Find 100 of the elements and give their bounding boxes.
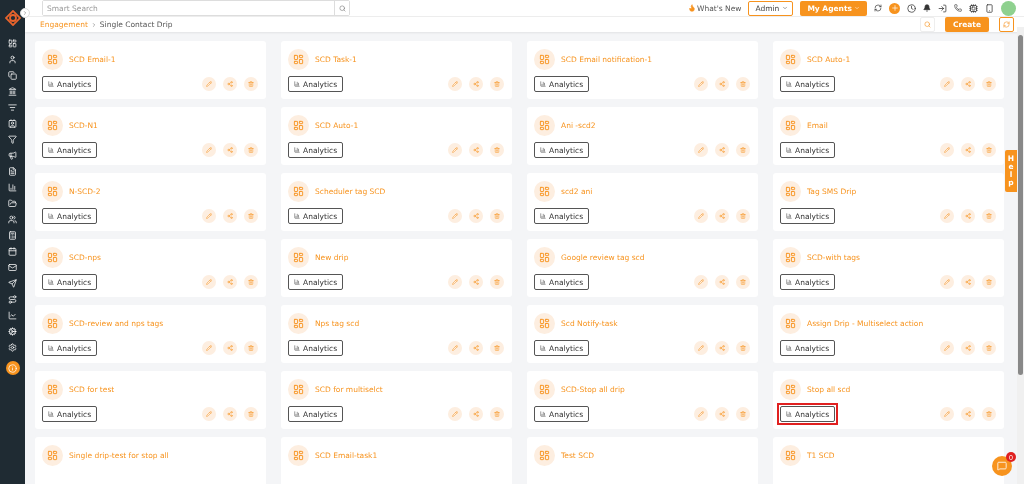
- document-icon[interactable]: [8, 167, 17, 176]
- share-button[interactable]: [715, 275, 729, 289]
- bell-icon[interactable]: [923, 4, 931, 12]
- route-icon[interactable]: [8, 295, 17, 304]
- share-button[interactable]: [715, 407, 729, 421]
- contact-icon[interactable]: [8, 119, 17, 128]
- users-icon[interactable]: [8, 215, 17, 224]
- phone-icon[interactable]: [954, 4, 962, 12]
- delete-button[interactable]: [736, 341, 750, 355]
- delete-button[interactable]: [736, 143, 750, 157]
- delete-button[interactable]: [982, 209, 996, 223]
- delete-button[interactable]: [982, 275, 996, 289]
- filter-icon[interactable]: [8, 135, 17, 144]
- delete-button[interactable]: [982, 77, 996, 91]
- delete-button[interactable]: [982, 143, 996, 157]
- mobile-icon[interactable]: [985, 3, 994, 13]
- edit-button[interactable]: [694, 275, 708, 289]
- edit-button[interactable]: [448, 341, 462, 355]
- share-button[interactable]: [961, 143, 975, 157]
- scrollbar[interactable]: [1017, 27, 1024, 484]
- delete-button[interactable]: [490, 209, 504, 223]
- refresh-icon[interactable]: [874, 4, 882, 12]
- edit-button[interactable]: [940, 77, 954, 91]
- edit-button[interactable]: [202, 77, 216, 91]
- edit-button[interactable]: [202, 209, 216, 223]
- delete-button[interactable]: [490, 407, 504, 421]
- delete-button[interactable]: [490, 143, 504, 157]
- share-button[interactable]: [469, 341, 483, 355]
- edit-button[interactable]: [448, 407, 462, 421]
- delete-button[interactable]: [244, 77, 258, 91]
- edit-button[interactable]: [448, 209, 462, 223]
- bank-icon[interactable]: [8, 87, 17, 96]
- edit-button[interactable]: [202, 275, 216, 289]
- edit-button[interactable]: [202, 143, 216, 157]
- delete-button[interactable]: [244, 275, 258, 289]
- share-button[interactable]: [469, 77, 483, 91]
- send-icon[interactable]: [8, 279, 17, 288]
- avatar[interactable]: [1001, 0, 1016, 16]
- clock-icon[interactable]: [907, 3, 916, 13]
- share-button[interactable]: [715, 143, 729, 157]
- share-button[interactable]: [223, 77, 237, 91]
- share-button[interactable]: [961, 209, 975, 223]
- share-button[interactable]: [469, 407, 483, 421]
- edit-button[interactable]: [448, 77, 462, 91]
- megaphone-icon[interactable]: [8, 151, 17, 160]
- share-button[interactable]: [715, 77, 729, 91]
- edit-button[interactable]: [694, 77, 708, 91]
- login-icon[interactable]: [938, 3, 947, 13]
- calculator-icon[interactable]: [8, 231, 17, 240]
- share-button[interactable]: [223, 143, 237, 157]
- share-button[interactable]: [961, 275, 975, 289]
- cogs-icon[interactable]: [8, 327, 17, 336]
- edit-button[interactable]: [694, 209, 708, 223]
- delete-button[interactable]: [736, 407, 750, 421]
- user-icon[interactable]: [8, 55, 17, 64]
- edit-button[interactable]: [940, 275, 954, 289]
- delete-button[interactable]: [244, 341, 258, 355]
- delete-button[interactable]: [244, 209, 258, 223]
- share-button[interactable]: [223, 275, 237, 289]
- edit-button[interactable]: [694, 407, 708, 421]
- delete-button[interactable]: [736, 209, 750, 223]
- edit-button[interactable]: [448, 275, 462, 289]
- delete-button[interactable]: [736, 77, 750, 91]
- share-button[interactable]: [961, 407, 975, 421]
- share-button[interactable]: [715, 341, 729, 355]
- delete-button[interactable]: [982, 341, 996, 355]
- add-button[interactable]: [889, 2, 900, 14]
- edit-button[interactable]: [940, 341, 954, 355]
- share-button[interactable]: [223, 341, 237, 355]
- list-icon[interactable]: [8, 103, 17, 112]
- share-button[interactable]: [469, 209, 483, 223]
- edit-button[interactable]: [940, 407, 954, 421]
- delete-button[interactable]: [244, 143, 258, 157]
- delete-button[interactable]: [244, 407, 258, 421]
- share-button[interactable]: [223, 407, 237, 421]
- share-button[interactable]: [961, 77, 975, 91]
- folder-icon[interactable]: [8, 199, 17, 208]
- help-button[interactable]: [5, 361, 20, 375]
- edit-button[interactable]: [940, 209, 954, 223]
- delete-button[interactable]: [982, 407, 996, 421]
- settings-icon[interactable]: [8, 343, 17, 352]
- delete-button[interactable]: [490, 275, 504, 289]
- delete-button[interactable]: [490, 341, 504, 355]
- share-button[interactable]: [469, 275, 483, 289]
- share-button[interactable]: [469, 143, 483, 157]
- edit-button[interactable]: [694, 341, 708, 355]
- edit-button[interactable]: [202, 341, 216, 355]
- mail-icon[interactable]: [8, 263, 17, 272]
- refresh-button[interactable]: [999, 17, 1014, 32]
- delete-button[interactable]: [736, 275, 750, 289]
- delete-button[interactable]: [490, 77, 504, 91]
- line-chart-icon[interactable]: [8, 311, 17, 320]
- copy-icon[interactable]: [8, 71, 17, 80]
- share-button[interactable]: [223, 209, 237, 223]
- edit-button[interactable]: [694, 143, 708, 157]
- calendar-icon[interactable]: [8, 247, 17, 256]
- edit-button[interactable]: [448, 143, 462, 157]
- chip-icon[interactable]: [969, 3, 978, 13]
- bar-chart-icon[interactable]: [8, 183, 17, 192]
- edit-button[interactable]: [202, 407, 216, 421]
